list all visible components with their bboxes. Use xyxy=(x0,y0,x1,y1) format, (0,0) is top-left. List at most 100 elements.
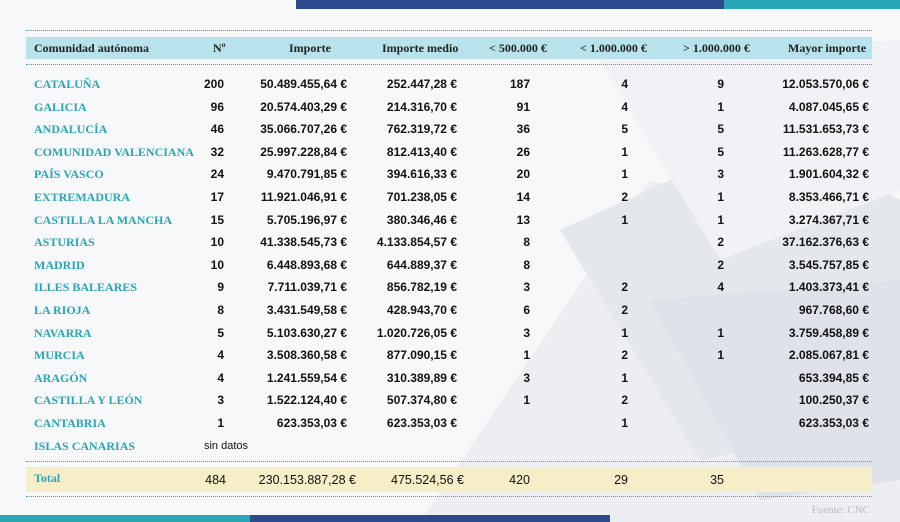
cell-importe: 3.431.549,58 € xyxy=(266,303,347,317)
divider-total xyxy=(26,461,872,462)
cell-lt500: 3 xyxy=(523,280,530,295)
cell-medio: 762.319,72 € xyxy=(386,122,457,137)
cell-importe: 5.705.196,97 € xyxy=(266,212,347,227)
cell-gt1m: 1 xyxy=(717,99,724,114)
cell-lt500: 1 xyxy=(523,393,530,408)
cell-region: COMUNIDAD VALENCIANA xyxy=(34,144,194,159)
cell-mayor: 967.768,60 € xyxy=(798,303,869,317)
cell-medio: 507.374,80 € xyxy=(386,393,457,408)
cell-region: EXTREMADURA xyxy=(34,190,130,204)
cell-gt1m: 3 xyxy=(717,167,724,182)
cell-importe: 5.103.630,27 € xyxy=(266,325,347,340)
cell-n: 4 xyxy=(217,370,224,385)
cell-lt1m: 2 xyxy=(621,348,628,363)
cell-gt1m: 9 xyxy=(717,77,724,91)
header-n: Nº xyxy=(213,41,226,55)
total-n: 484 xyxy=(205,473,226,487)
cell-lt500: 6 xyxy=(523,303,530,317)
header-lt500: < 500.000 € xyxy=(489,41,547,55)
cell-lt500: 20 xyxy=(516,167,530,182)
cell-importe: 35.066.707,26 € xyxy=(260,122,347,137)
cell-medio: 394.616,33 € xyxy=(386,167,457,182)
cell-lt1m: 1 xyxy=(621,212,628,227)
cell-region: GALICIA xyxy=(34,99,87,114)
cell-mayor: 11.531.653,73 € xyxy=(782,122,869,137)
cell-region: PAÍS VASCO xyxy=(34,167,104,182)
cell-gt1m xyxy=(680,391,724,409)
cell-importe: 41.338.545,73 € xyxy=(260,235,347,250)
cell-lt500: 8 xyxy=(523,257,530,272)
cell-lt500: 1 xyxy=(523,348,530,363)
header-gt1m: > 1.000.000 € xyxy=(683,41,750,55)
cell-lt500 xyxy=(470,437,530,455)
cell-region: ANDALUCÍA xyxy=(34,122,108,137)
cell-lt1m: 4 xyxy=(621,77,628,91)
cell-lt1m: 1 xyxy=(621,144,628,159)
cell-mayor: 3.274.367,71 € xyxy=(788,212,869,227)
cell-lt500: 13 xyxy=(516,212,530,227)
cell-mayor xyxy=(740,437,869,455)
cell-gt1m: 2 xyxy=(717,257,724,272)
cell-lt1m: 5 xyxy=(621,122,628,137)
cell-region: CATALUÑA xyxy=(34,77,101,91)
cell-lt500: 3 xyxy=(523,370,530,385)
cell-region: ASTURIAS xyxy=(34,235,95,250)
cell-region: ARAGÓN xyxy=(34,370,88,385)
cell-importe: 3.508.360,58 € xyxy=(266,348,347,363)
divider-top xyxy=(26,30,872,31)
cell-lt500: 36 xyxy=(516,122,530,137)
cell-medio: 428.943,70 € xyxy=(386,303,457,317)
cell-medio: 877.090,15 € xyxy=(386,348,457,363)
cell-gt1m xyxy=(680,369,724,387)
cell-mayor: 623.353,03 € xyxy=(798,416,869,430)
cell-medio: 812.413,40 € xyxy=(386,144,457,159)
cell-lt1m xyxy=(580,233,628,251)
cell-mayor: 37.162.376,63 € xyxy=(782,235,869,250)
cell-medio: 4.133.854,57 € xyxy=(376,235,457,250)
cell-lt1m: 1 xyxy=(621,167,628,182)
cell-gt1m: 5 xyxy=(717,144,724,159)
cell-medio: 214.316,70 € xyxy=(386,99,457,114)
cell-gt1m: 2 xyxy=(717,235,724,250)
cell-lt1m xyxy=(580,437,628,455)
total-importe-medio: 475.524,56 € xyxy=(391,473,464,487)
cell-gt1m: 5 xyxy=(717,122,724,137)
cell-mayor: 12.053.570,06 € xyxy=(782,77,869,91)
cell-importe: 50.489.455,64 € xyxy=(260,77,347,91)
cell-importe: 6.448.893,68 € xyxy=(266,257,347,272)
cell-mayor: 3.759.458,89 € xyxy=(788,325,869,340)
cell-lt1m: 1 xyxy=(621,416,628,430)
cell-region: ILLES BALEARES xyxy=(34,280,138,295)
cell-n: 3 xyxy=(217,393,224,408)
cell-medio: 1.020.726,05 € xyxy=(376,325,457,340)
cell-mayor: 8.353.466,71 € xyxy=(788,190,869,204)
cell-lt500: 91 xyxy=(516,99,530,114)
cell-gt1m: 1 xyxy=(717,348,724,363)
cell-region: NAVARRA xyxy=(34,325,92,340)
cell-mayor: 1.901.604,32 € xyxy=(788,167,869,182)
cell-lt500: 26 xyxy=(516,144,530,159)
cell-importe: 20.574.403,29 € xyxy=(260,99,347,114)
header-lt1m: < 1.000.000 € xyxy=(580,41,647,55)
cell-n: 96 xyxy=(210,99,224,114)
cell-lt1m: 1 xyxy=(621,370,628,385)
cell-gt1m xyxy=(680,301,724,319)
cell-medio: 701.238,05 € xyxy=(386,190,457,204)
cell-mayor: 2.085.067,81 € xyxy=(788,348,869,363)
total-label: Total xyxy=(34,471,61,485)
cell-lt500: 187 xyxy=(509,77,530,91)
header-mayor: Mayor importe xyxy=(788,41,867,55)
cell-gt1m: 4 xyxy=(717,280,724,295)
cell-n: 200 xyxy=(203,77,224,91)
top-accent-bar-teal xyxy=(724,0,900,9)
header-importe: Importe xyxy=(289,41,331,55)
total-gt1m: 35 xyxy=(710,473,724,487)
cell-region: LA RIOJA xyxy=(34,303,91,317)
cell-lt1m: 2 xyxy=(621,190,628,204)
cell-n: 5 xyxy=(217,325,224,340)
cell-n: 46 xyxy=(210,122,224,137)
cell-mayor: 3.545.757,85 € xyxy=(788,257,869,272)
cell-n: 32 xyxy=(210,144,224,159)
header-region: Comunidad autónoma xyxy=(34,41,150,55)
header-importe-medio: Importe medio xyxy=(382,41,459,55)
